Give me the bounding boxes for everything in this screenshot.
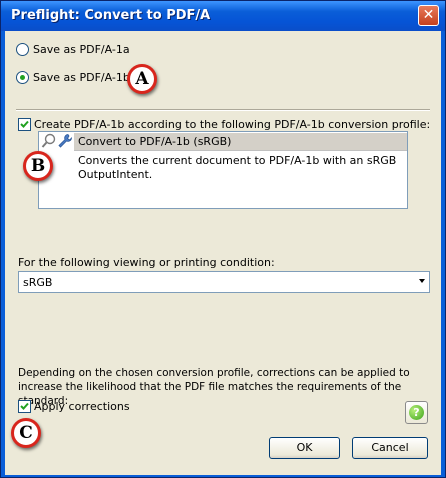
radio-save-pdfa-1b-label[interactable]: Save as PDF/A-1b — [33, 71, 130, 84]
condition-select-value: sRGB — [23, 276, 53, 289]
help-button[interactable]: ? — [405, 401, 428, 424]
callout-c: C — [11, 418, 41, 448]
radio-save-pdfa-1b[interactable] — [16, 71, 29, 84]
apply-corrections-label[interactable]: Apply corrections — [34, 400, 130, 413]
radio-save-pdfa-1a[interactable] — [16, 43, 29, 56]
check-icon — [20, 120, 29, 128]
profile-item-selected[interactable]: Convert to PDF/A-1b (sRGB) — [74, 133, 407, 150]
title-bar[interactable]: Preflight: Convert to PDF/A ✕ — [1, 1, 445, 31]
callout-a: A — [127, 64, 157, 94]
magnifier-icon — [41, 133, 56, 148]
profile-item-label: Convert to PDF/A-1b (sRGB) — [78, 135, 232, 148]
condition-select[interactable]: sRGB — [18, 271, 430, 293]
help-icon: ? — [409, 405, 424, 420]
check-icon — [20, 402, 29, 410]
close-icon: ✕ — [422, 7, 435, 23]
wrench-icon — [58, 134, 72, 148]
dialog-window: Preflight: Convert to PDF/A ✕ Save as PD… — [0, 0, 446, 478]
dialog-body: Save as PDF/A-1a Save as PDF/A-1b A Crea… — [5, 31, 441, 475]
profile-description: Converts the current document to PDF/A-1… — [78, 154, 397, 181]
chevron-down-icon[interactable] — [419, 279, 425, 283]
window-title: Preflight: Convert to PDF/A — [11, 8, 211, 23]
condition-label: For the following viewing or printing co… — [18, 256, 275, 269]
profile-description-divider — [74, 150, 407, 151]
apply-corrections-checkbox[interactable] — [18, 400, 31, 413]
create-profile-label[interactable]: Create PDF/A-1b according to the followi… — [34, 118, 430, 131]
ok-button[interactable]: OK — [269, 437, 340, 459]
create-profile-checkbox[interactable] — [18, 118, 31, 131]
radio-save-pdfa-1a-label[interactable]: Save as PDF/A-1a — [33, 43, 130, 56]
callout-b: B — [23, 151, 53, 181]
cancel-button[interactable]: Cancel — [352, 437, 428, 459]
close-button[interactable]: ✕ — [418, 5, 439, 26]
separator — [16, 109, 430, 111]
profile-list: Convert to PDF/A-1b (sRGB) Converts the … — [38, 131, 408, 209]
